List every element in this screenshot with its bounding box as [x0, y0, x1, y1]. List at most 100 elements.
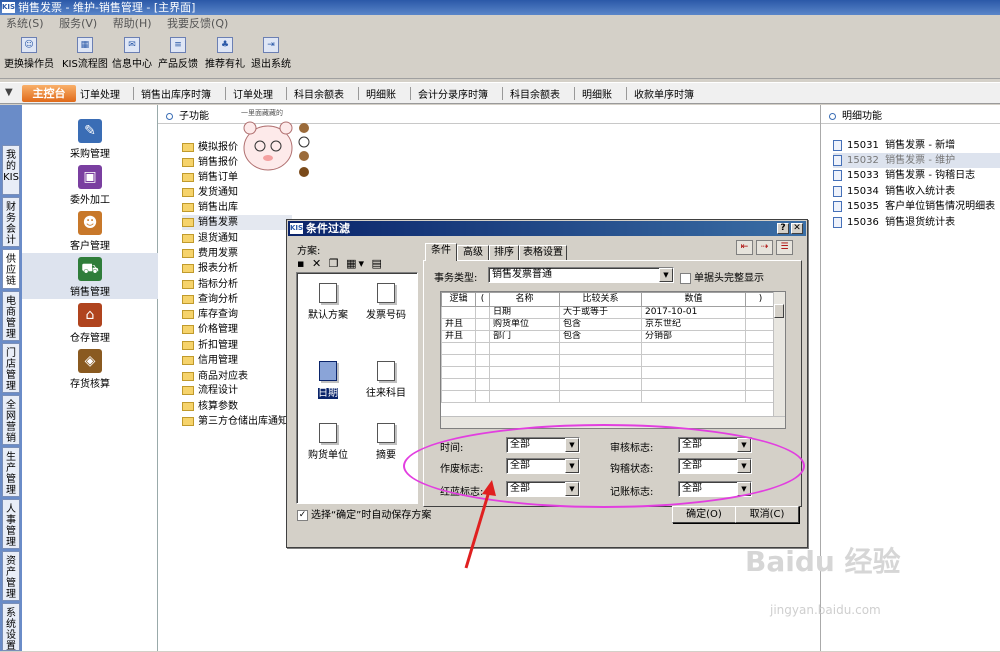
tab-sort[interactable]: 排序 — [489, 245, 519, 260]
module-inventory[interactable]: ◈ 存货核算 — [22, 349, 158, 390]
view-icon[interactable]: ▦▾ — [346, 257, 366, 270]
sub-function-item[interactable]: 流程设计 — [182, 383, 238, 398]
sub-function-item[interactable]: 商品对应表 — [182, 369, 248, 384]
side-tab-assets[interactable]: 资产管理 — [2, 551, 20, 601]
sub-function-item[interactable]: 销售出库 — [182, 200, 238, 215]
horizontal-scrollbar[interactable] — [441, 416, 785, 428]
detail-item[interactable]: 15036 销售退货统计表 — [833, 215, 1000, 230]
close-button[interactable]: ✕ — [791, 223, 803, 234]
ok-button[interactable]: 确定(O) — [672, 506, 736, 523]
tab-order-processing[interactable]: 订单处理 — [80, 86, 120, 101]
menu-help[interactable]: 帮助(H) — [113, 17, 152, 30]
tab-advanced[interactable]: 高级 — [457, 245, 489, 260]
detail-item[interactable]: 15035 客户单位销售情况明细表 — [833, 199, 1000, 214]
menu-system[interactable]: 系统(S) — [6, 17, 44, 30]
scheme-item[interactable]: 购货单位 — [299, 423, 357, 461]
side-tab-production[interactable]: 生产管理 — [2, 447, 20, 497]
vertical-scrollbar[interactable] — [773, 292, 785, 416]
module-outsource[interactable]: ▣ 委外加工 — [22, 165, 158, 206]
properties-icon[interactable]: ▤ — [371, 257, 383, 270]
tab-menu-chevron-icon[interactable]: ▼ — [5, 87, 13, 98]
audit-flag-select[interactable]: 全部 ▼ — [678, 437, 752, 453]
module-purchase[interactable]: ✎ 采购管理 — [22, 119, 158, 160]
sub-function-item[interactable]: 报表分析 — [182, 261, 238, 276]
tab-voucher-journal[interactable]: 会计分录序时簿 — [418, 86, 488, 101]
tab-table-settings[interactable]: 表格设置 — [519, 245, 567, 260]
business-type-select[interactable]: 销售发票普通 ▼ — [488, 267, 674, 283]
exit-system-button[interactable]: ⇥ 退出系统 — [251, 37, 291, 70]
side-tab-supply-chain[interactable]: 供应链 — [2, 249, 20, 289]
sub-function-item[interactable]: 销售订单 — [182, 170, 238, 185]
void-flag-select[interactable]: 全部 ▼ — [506, 458, 580, 474]
scheme-item-selected[interactable]: 日期 — [299, 361, 357, 399]
full-header-checkbox[interactable]: 单据头完整显示 — [680, 269, 764, 284]
tab-conditions[interactable]: 条件 — [425, 243, 457, 261]
sub-function-item[interactable]: 价格管理 — [182, 322, 238, 337]
tab-home-console[interactable]: 主控台 — [22, 85, 76, 102]
table-row[interactable]: 日期 大于或等于 2017-10-01 — [441, 306, 776, 319]
side-tab-hr[interactable]: 人事管理 — [2, 499, 20, 549]
sub-function-item[interactable]: 库存查询 — [182, 307, 238, 322]
side-tab-my-kis[interactable]: 我的KIS — [2, 145, 20, 195]
save-icon[interactable]: ▪ — [297, 257, 306, 270]
sub-function-item[interactable]: 退货通知 — [182, 231, 238, 246]
detail-item[interactable]: 15031 销售发票 - 新增 — [833, 138, 1000, 153]
product-feedback-button[interactable]: ≡ 产品反馈 — [158, 37, 198, 70]
help-button[interactable]: ? — [777, 223, 789, 234]
side-tab-finance[interactable]: 财务会计 — [2, 197, 20, 247]
detail-item[interactable]: 15033 销售发票 - 钩稽日志 — [833, 168, 1000, 183]
module-warehouse[interactable]: ⌂ 仓存管理 — [22, 303, 158, 344]
sub-function-item[interactable]: 查询分析 — [182, 292, 238, 307]
hook-status-select[interactable]: 全部 ▼ — [678, 458, 752, 474]
autosave-checkbox[interactable]: ✓ 选择“确定”时自动保存方案 — [297, 506, 431, 521]
sub-function-item[interactable]: 销售报价 — [182, 155, 238, 170]
sub-function-item[interactable]: 费用发票 — [182, 246, 238, 261]
tab-order-processing-2[interactable]: 订单处理 — [233, 86, 273, 101]
scheme-item[interactable]: 默认方案 — [299, 283, 357, 321]
checkbox-unchecked[interactable] — [680, 272, 691, 284]
tab-account-balance[interactable]: 科目余额表 — [294, 86, 344, 101]
scrollbar-thumb[interactable] — [774, 304, 784, 318]
sub-function-item[interactable]: 指标分析 — [182, 277, 238, 292]
sub-function-item[interactable]: 折扣管理 — [182, 338, 238, 353]
menu-feedback[interactable]: 我要反馈(Q) — [167, 17, 228, 30]
table-row[interactable]: 并且 部门 包含 分销部 — [441, 330, 776, 343]
tab-receipt-journal[interactable]: 收款单序时簿 — [634, 86, 694, 101]
scheme-item[interactable]: 往来科目 — [357, 361, 415, 399]
sub-function-item-selected[interactable]: 销售发票 — [182, 215, 292, 230]
insert-row-icon[interactable]: ⇤ — [736, 240, 753, 255]
red-blue-flag-select[interactable]: 全部 ▼ — [506, 481, 580, 497]
cancel-button[interactable]: 取消(C) — [735, 506, 799, 523]
sub-function-item[interactable]: 第三方仓储出库通知 — [182, 414, 288, 429]
tab-account-balance-2[interactable]: 科目余额表 — [510, 86, 560, 101]
detail-item-selected[interactable]: 15032 销售发票 - 维护 — [833, 153, 1000, 168]
delete-icon[interactable]: ✕ — [312, 257, 323, 270]
checkbox-checked[interactable]: ✓ — [297, 509, 308, 521]
table-row[interactable]: 并且 购货单位 包含 京东世纪 — [441, 318, 776, 331]
copy-icon[interactable]: ❐ — [329, 257, 341, 270]
tab-ledger-detail[interactable]: 明细账 — [366, 86, 396, 101]
side-tab-store[interactable]: 门店管理 — [2, 343, 20, 393]
side-tab-settings[interactable]: 系统设置 — [2, 603, 20, 652]
scheme-item[interactable]: 发票号码 — [357, 283, 415, 321]
detail-item[interactable]: 15034 销售收入统计表 — [833, 184, 1000, 199]
referral-gift-button[interactable]: ♣ 推荐有礼 — [205, 37, 245, 70]
sub-function-item[interactable]: 信用管理 — [182, 353, 238, 368]
tab-ledger-detail-2[interactable]: 明细账 — [582, 86, 612, 101]
append-row-icon[interactable]: ⇢ — [756, 240, 773, 255]
time-select[interactable]: 全部 ▼ — [506, 437, 580, 453]
posting-flag-select[interactable]: 全部 ▼ — [678, 481, 752, 497]
side-tab-marketing[interactable]: 全网营销 — [2, 395, 20, 445]
kis-flowchart-button[interactable]: ▦ KIS流程图 — [62, 37, 108, 70]
tab-sales-outbound-journal[interactable]: 销售出库序时簿 — [141, 86, 211, 101]
delete-row-icon[interactable]: ☰ — [776, 240, 793, 255]
sub-function-item[interactable]: 模拟报价 — [182, 140, 238, 155]
sub-function-item[interactable]: 核算参数 — [182, 399, 238, 414]
sub-function-item[interactable]: 发货通知 — [182, 185, 238, 200]
menu-service[interactable]: 服务(V) — [59, 17, 97, 30]
scheme-item[interactable]: 摘要 — [357, 423, 415, 461]
info-center-button[interactable]: ✉ 信息中心 — [112, 37, 152, 70]
change-operator-button[interactable]: ☺ 更换操作员 — [4, 37, 54, 70]
module-sales[interactable]: ⛟ 销售管理 — [22, 253, 158, 299]
side-tab-ecommerce[interactable]: 电商管理 — [2, 291, 20, 341]
